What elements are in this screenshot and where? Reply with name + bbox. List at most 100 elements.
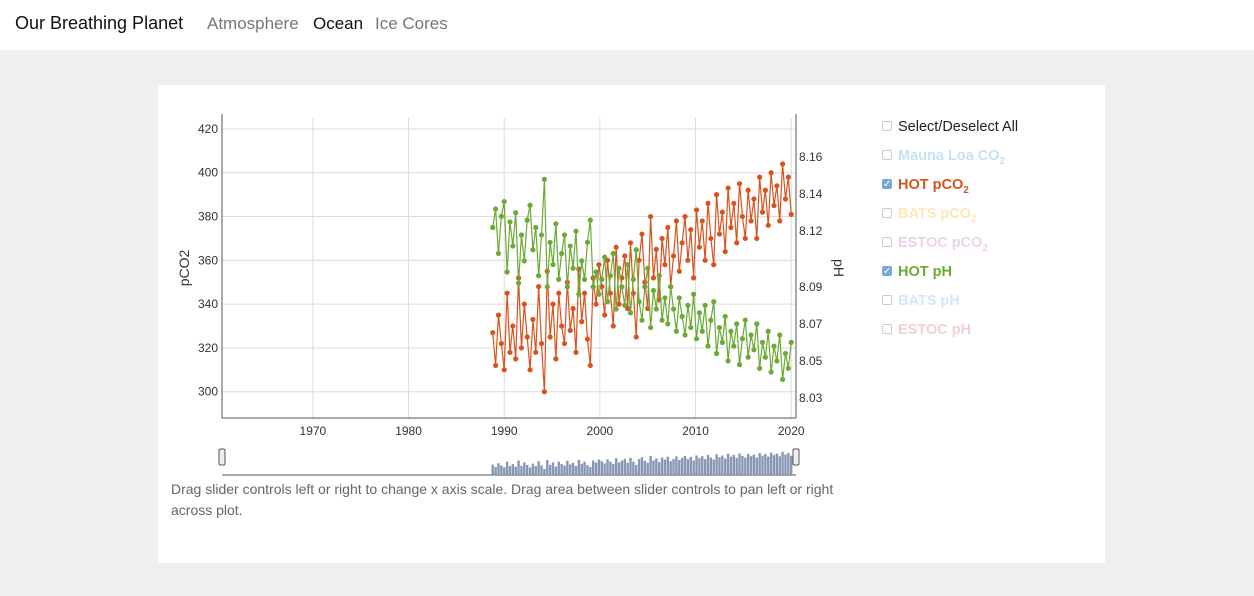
legend-item-label: HOT pCO2 [898, 177, 969, 196]
series-point-0 [777, 218, 783, 224]
legend-item-estoc-pco2[interactable]: ESTOC pCO2 [882, 232, 1092, 261]
legend-item-label: Mauna Loa CO2 [898, 148, 1006, 167]
slider-handle-right[interactable] [792, 448, 800, 466]
series-point-1 [665, 321, 671, 327]
series-point-1 [599, 276, 605, 282]
y-tick-label: 360 [198, 253, 218, 267]
series-point-1 [490, 224, 496, 231]
slider-minibar [767, 456, 770, 475]
slider-minibar [695, 455, 698, 475]
series-point-1 [587, 217, 593, 223]
slider-minibar [655, 458, 658, 475]
checkbox-icon[interactable] [882, 324, 892, 334]
slider-minibar [703, 459, 707, 475]
series-point-1 [739, 336, 746, 342]
checkbox-icon[interactable] [882, 295, 892, 305]
series-point-1 [515, 280, 522, 286]
series-point-0 [751, 196, 757, 202]
series-point-0 [711, 262, 717, 268]
slider-minibar [543, 469, 546, 475]
series-point-1 [521, 258, 527, 264]
slider-minibar [666, 456, 670, 475]
slider-minibar [778, 456, 781, 475]
series-point-1 [498, 213, 504, 219]
x-tick-label: 1970 [300, 424, 327, 438]
series-point-1 [679, 313, 685, 320]
slider-minibar [531, 463, 535, 475]
series-point-0 [693, 207, 700, 213]
checkbox-icon[interactable] [882, 121, 892, 131]
slider-minibar [617, 462, 621, 475]
slider-minibar [755, 457, 758, 475]
slider-minibar [657, 462, 661, 475]
series-point-1 [653, 306, 659, 312]
series-point-0 [573, 349, 579, 355]
slider-minibar [632, 461, 635, 475]
x-tick-label: 2020 [778, 424, 805, 438]
slider-minibar [606, 459, 609, 475]
slider-minibar [511, 464, 515, 475]
series-point-1 [751, 347, 757, 353]
series-point-1 [559, 250, 565, 257]
series-point-1 [579, 258, 585, 264]
series-point-1 [691, 291, 697, 297]
slider-minibar [612, 464, 615, 475]
series-point-1 [645, 265, 651, 271]
legend-item-bats-pco2[interactable]: BATS pCO2 [882, 203, 1092, 232]
slider-minibar [494, 467, 497, 475]
series-point-1 [613, 306, 619, 312]
series-point-0 [739, 213, 746, 220]
series-point-1 [711, 299, 717, 305]
series-point-0 [691, 275, 697, 281]
series-point-0 [579, 319, 585, 325]
legend-item-hot-pco2[interactable]: HOT pCO2 [882, 174, 1092, 203]
checkbox-icon[interactable] [882, 174, 892, 196]
series-point-0 [513, 356, 519, 362]
series-point-1 [682, 332, 688, 338]
slider-handle-left[interactable] [218, 448, 226, 466]
series-point-0 [561, 340, 568, 347]
slider-minibar [698, 458, 701, 475]
y2-tick-label: 8.07 [799, 317, 823, 331]
series-point-0 [627, 240, 634, 246]
checkbox-icon[interactable] [882, 237, 892, 247]
series-point-0 [754, 235, 760, 242]
series-point-0 [524, 334, 530, 340]
slider-minibar [517, 460, 520, 475]
slider-minibar [503, 467, 506, 475]
slider-minibar [744, 457, 747, 475]
series-point-0 [493, 362, 499, 369]
series-point-1 [564, 284, 570, 290]
series-point-1 [647, 324, 654, 331]
slider-minibar [629, 457, 632, 475]
series-point-0 [785, 174, 791, 180]
slider-minibar [626, 462, 629, 475]
series-point-0 [550, 301, 556, 307]
checkbox-icon[interactable] [882, 208, 892, 218]
legend-item-label: BATS pH [898, 293, 960, 309]
slider-minibar [678, 460, 681, 475]
series-point-1 [762, 354, 768, 360]
series-point-0 [716, 231, 723, 237]
slider-minibar [560, 464, 563, 475]
series-point-1 [550, 261, 556, 268]
series-point-0 [782, 196, 789, 202]
y-tick-label: 420 [198, 122, 218, 136]
series-point-1 [495, 250, 502, 257]
legend-item-bats-ph[interactable]: BATS pH [882, 290, 1092, 319]
series-point-1 [719, 339, 725, 345]
slider-minibar [646, 462, 649, 475]
legend-item-hot-ph[interactable]: HOT pH [882, 261, 1092, 290]
legend-item-mauna-loa-co2[interactable]: Mauna Loa CO2 [882, 145, 1092, 174]
series-point-1 [622, 302, 628, 308]
series-point-0 [780, 161, 786, 167]
series-point-0 [771, 202, 777, 209]
checkbox-icon[interactable] [882, 261, 892, 283]
series-point-0 [596, 262, 602, 268]
legend-item-estoc-ph[interactable]: ESTOC pH [882, 319, 1092, 348]
series-point-0 [536, 284, 542, 290]
series-point-0 [788, 211, 794, 217]
series-point-1 [501, 198, 507, 205]
legend-select-all[interactable]: Select/Deselect All [882, 116, 1092, 145]
checkbox-icon[interactable] [882, 150, 892, 160]
